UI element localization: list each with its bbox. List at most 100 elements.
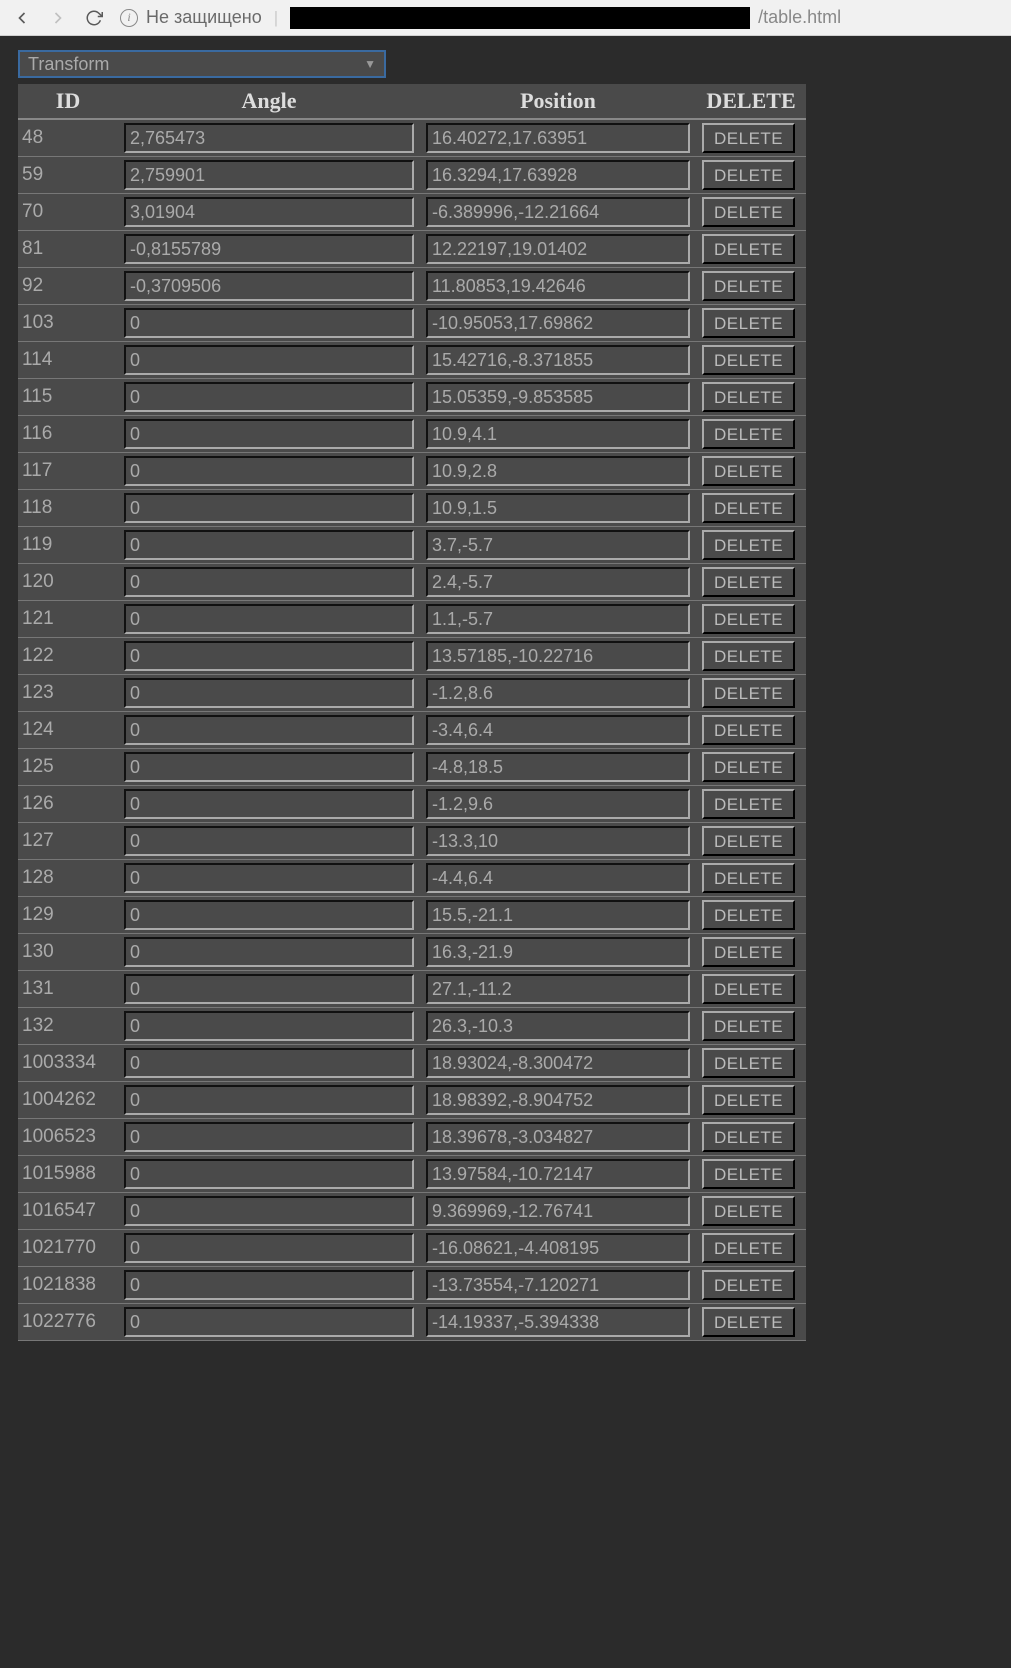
angle-input[interactable] — [124, 123, 414, 153]
delete-button[interactable]: DELETE — [702, 123, 795, 153]
position-input[interactable] — [426, 567, 690, 597]
angle-input[interactable] — [124, 752, 414, 782]
forward-button[interactable] — [48, 8, 68, 28]
delete-button[interactable]: DELETE — [702, 641, 795, 671]
back-button[interactable] — [12, 8, 32, 28]
position-input[interactable] — [426, 604, 690, 634]
position-input[interactable] — [426, 1307, 690, 1337]
delete-button[interactable]: DELETE — [702, 1085, 795, 1115]
delete-button[interactable]: DELETE — [702, 1011, 795, 1041]
delete-button[interactable]: DELETE — [702, 456, 795, 486]
delete-button[interactable]: DELETE — [702, 382, 795, 412]
position-input[interactable] — [426, 382, 690, 412]
angle-input[interactable] — [124, 197, 414, 227]
reload-button[interactable] — [84, 8, 104, 28]
delete-button[interactable]: DELETE — [702, 1233, 795, 1263]
angle-input[interactable] — [124, 160, 414, 190]
delete-button[interactable]: DELETE — [702, 197, 795, 227]
position-input[interactable] — [426, 826, 690, 856]
position-input[interactable] — [426, 160, 690, 190]
position-input[interactable] — [426, 1159, 690, 1189]
delete-button[interactable]: DELETE — [702, 752, 795, 782]
delete-button[interactable]: DELETE — [702, 1048, 795, 1078]
delete-button[interactable]: DELETE — [702, 345, 795, 375]
angle-input[interactable] — [124, 789, 414, 819]
position-input[interactable] — [426, 1048, 690, 1078]
angle-input[interactable] — [124, 937, 414, 967]
delete-button[interactable]: DELETE — [702, 530, 795, 560]
delete-button[interactable]: DELETE — [702, 1307, 795, 1337]
angle-input[interactable] — [124, 678, 414, 708]
transform-dropdown[interactable]: Transform ▼ — [18, 50, 386, 78]
position-input[interactable] — [426, 1233, 690, 1263]
angle-input[interactable] — [124, 1085, 414, 1115]
angle-input[interactable] — [124, 974, 414, 1004]
delete-button[interactable]: DELETE — [702, 271, 795, 301]
position-input[interactable] — [426, 308, 690, 338]
position-input[interactable] — [426, 271, 690, 301]
angle-input[interactable] — [124, 271, 414, 301]
angle-input[interactable] — [124, 604, 414, 634]
position-input[interactable] — [426, 678, 690, 708]
delete-button[interactable]: DELETE — [702, 419, 795, 449]
position-input[interactable] — [426, 1196, 690, 1226]
address-bar[interactable]: i Не защищено | /table.html — [120, 7, 999, 29]
position-input[interactable] — [426, 641, 690, 671]
delete-button[interactable]: DELETE — [702, 900, 795, 930]
angle-input[interactable] — [124, 900, 414, 930]
angle-input[interactable] — [124, 419, 414, 449]
angle-input[interactable] — [124, 715, 414, 745]
position-input[interactable] — [426, 900, 690, 930]
position-input[interactable] — [426, 197, 690, 227]
angle-input[interactable] — [124, 1270, 414, 1300]
delete-button[interactable]: DELETE — [702, 604, 795, 634]
angle-input[interactable] — [124, 567, 414, 597]
angle-input[interactable] — [124, 308, 414, 338]
delete-button[interactable]: DELETE — [702, 1122, 795, 1152]
delete-button[interactable]: DELETE — [702, 567, 795, 597]
angle-input[interactable] — [124, 1233, 414, 1263]
angle-input[interactable] — [124, 345, 414, 375]
delete-button[interactable]: DELETE — [702, 160, 795, 190]
delete-button[interactable]: DELETE — [702, 715, 795, 745]
position-input[interactable] — [426, 1270, 690, 1300]
angle-input[interactable] — [124, 456, 414, 486]
angle-input[interactable] — [124, 382, 414, 412]
delete-button[interactable]: DELETE — [702, 234, 795, 264]
position-input[interactable] — [426, 752, 690, 782]
position-input[interactable] — [426, 493, 690, 523]
delete-button[interactable]: DELETE — [702, 937, 795, 967]
position-input[interactable] — [426, 715, 690, 745]
angle-input[interactable] — [124, 863, 414, 893]
angle-input[interactable] — [124, 1122, 414, 1152]
position-input[interactable] — [426, 234, 690, 264]
delete-button[interactable]: DELETE — [702, 863, 795, 893]
position-input[interactable] — [426, 530, 690, 560]
delete-button[interactable]: DELETE — [702, 678, 795, 708]
position-input[interactable] — [426, 789, 690, 819]
angle-input[interactable] — [124, 1307, 414, 1337]
position-input[interactable] — [426, 1122, 690, 1152]
position-input[interactable] — [426, 863, 690, 893]
delete-button[interactable]: DELETE — [702, 1159, 795, 1189]
angle-input[interactable] — [124, 1196, 414, 1226]
position-input[interactable] — [426, 456, 690, 486]
angle-input[interactable] — [124, 1159, 414, 1189]
angle-input[interactable] — [124, 1011, 414, 1041]
delete-button[interactable]: DELETE — [702, 1270, 795, 1300]
angle-input[interactable] — [124, 530, 414, 560]
position-input[interactable] — [426, 345, 690, 375]
angle-input[interactable] — [124, 1048, 414, 1078]
angle-input[interactable] — [124, 493, 414, 523]
delete-button[interactable]: DELETE — [702, 493, 795, 523]
position-input[interactable] — [426, 1011, 690, 1041]
delete-button[interactable]: DELETE — [702, 789, 795, 819]
delete-button[interactable]: DELETE — [702, 308, 795, 338]
angle-input[interactable] — [124, 826, 414, 856]
delete-button[interactable]: DELETE — [702, 826, 795, 856]
angle-input[interactable] — [124, 641, 414, 671]
position-input[interactable] — [426, 937, 690, 967]
position-input[interactable] — [426, 123, 690, 153]
angle-input[interactable] — [124, 234, 414, 264]
delete-button[interactable]: DELETE — [702, 1196, 795, 1226]
